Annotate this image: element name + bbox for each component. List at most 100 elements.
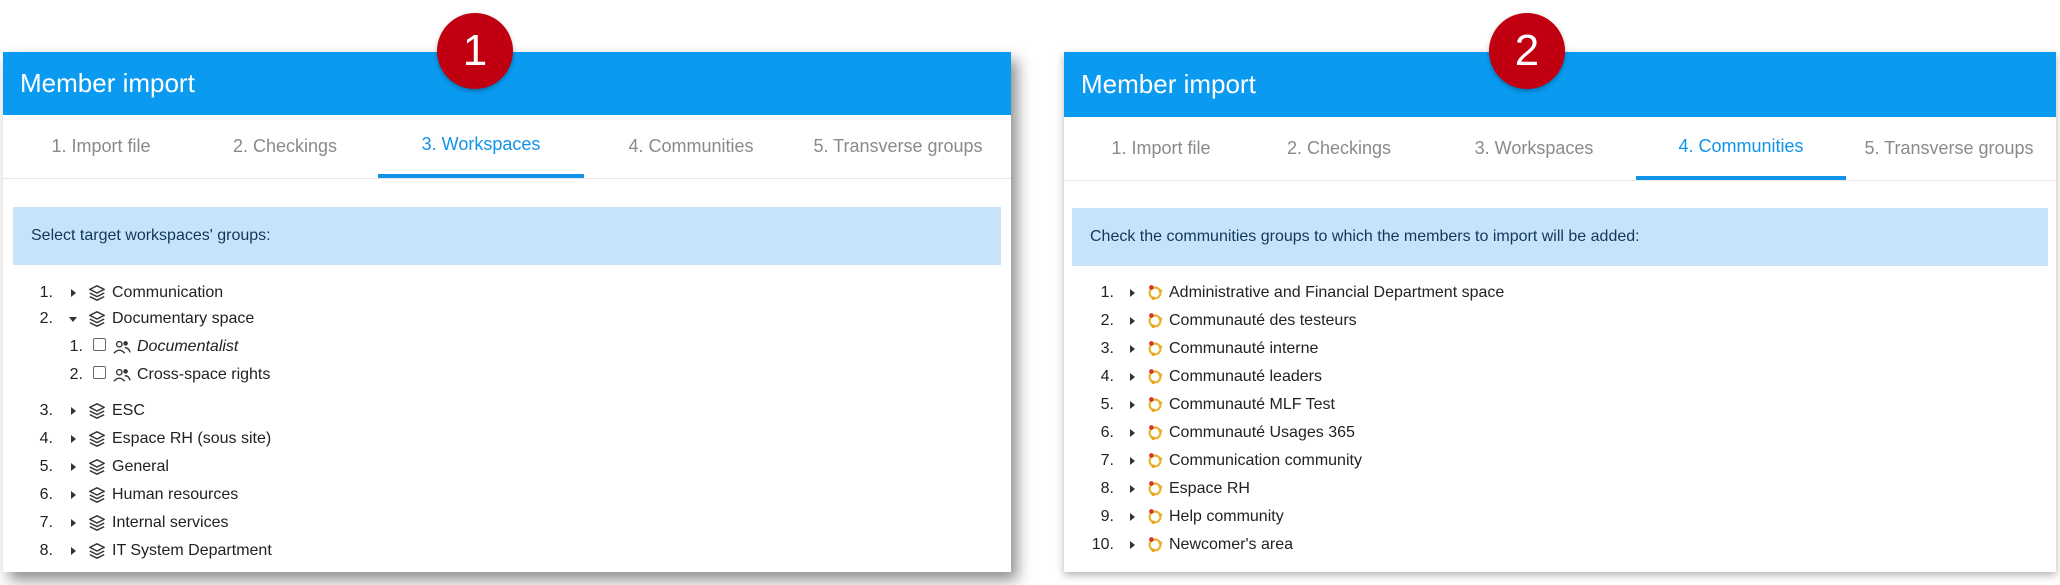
community-ring-icon xyxy=(1148,397,1163,413)
layers-icon xyxy=(89,543,105,559)
tree-subitem-cross-space-rights[interactable]: 2. Cross-space rights xyxy=(3,364,403,386)
item-number: 7. xyxy=(1100,452,1114,469)
panel-title: Member import xyxy=(1081,69,1256,99)
tree-item-label: Communication community xyxy=(1169,452,1362,469)
tab-import-file[interactable]: 1. Import file xyxy=(1064,117,1258,180)
tree-item-label: Espace RH xyxy=(1169,480,1250,497)
caret-right-icon[interactable] xyxy=(1130,485,1135,493)
layers-icon xyxy=(89,403,105,419)
tree-item-community[interactable]: 8. Espace RH xyxy=(1064,478,1564,500)
tree-item-community[interactable]: 10. Newcomer's area xyxy=(1064,534,1564,556)
caret-right-icon[interactable] xyxy=(1130,345,1135,353)
community-ring-icon xyxy=(1148,537,1163,553)
caret-right-icon[interactable] xyxy=(1130,373,1135,381)
wizard-tabs: 1. Import file 2. Checkings 3. Workspace… xyxy=(3,115,1011,179)
item-number: 3. xyxy=(1100,340,1114,357)
tab-workspaces[interactable]: 3. Workspaces xyxy=(378,115,584,178)
layers-icon xyxy=(89,487,105,503)
item-number: 6. xyxy=(39,486,53,503)
tree-item-label: Human resources xyxy=(112,486,239,503)
caret-right-icon[interactable] xyxy=(1130,513,1135,521)
tab-import-file[interactable]: 1. Import file xyxy=(3,115,199,178)
tree-item-communication[interactable]: 1. Communication xyxy=(3,282,403,304)
community-ring-icon xyxy=(1148,509,1163,525)
caret-right-icon[interactable] xyxy=(71,491,76,499)
tab-transverse-groups[interactable]: 5. Transverse groups xyxy=(793,115,1003,178)
community-ring-icon xyxy=(1148,341,1163,357)
layers-icon xyxy=(89,311,105,327)
tree-item-documentary-space[interactable]: 2. Documentary space xyxy=(3,308,403,330)
tree-item-esc[interactable]: 3. ESC xyxy=(3,400,403,422)
instruction-text: Check the communities groups to which th… xyxy=(1090,228,1640,245)
tree-subitem-documentalist[interactable]: 1. Documentalist xyxy=(3,336,403,358)
tree-item-community[interactable]: 7. Communication community xyxy=(1064,450,1564,472)
item-number: 2. xyxy=(69,366,83,383)
community-ring-icon xyxy=(1148,369,1163,385)
item-number: 1. xyxy=(1100,284,1114,301)
caret-right-icon[interactable] xyxy=(71,547,76,555)
group-checkbox[interactable] xyxy=(93,338,106,351)
layers-icon xyxy=(89,515,105,531)
tree-item-community[interactable]: 3. Communauté interne xyxy=(1064,338,1564,360)
tree-item-label: Communauté interne xyxy=(1169,340,1319,357)
community-ring-icon xyxy=(1148,453,1163,469)
panel-title: Member import xyxy=(20,68,195,98)
layers-icon xyxy=(89,285,105,301)
step-badge-2: 2 xyxy=(1489,13,1565,89)
item-number: 3. xyxy=(39,402,53,419)
item-number: 8. xyxy=(39,542,53,559)
tree-item-community[interactable]: 1. Administrative and Financial Departme… xyxy=(1064,282,1564,304)
tree-item-espace-rh[interactable]: 4. Espace RH (sous site) xyxy=(3,428,403,450)
user-group-icon xyxy=(113,340,131,354)
caret-right-icon[interactable] xyxy=(1130,541,1135,549)
tree-item-label: ESC xyxy=(112,402,145,419)
tab-workspaces[interactable]: 3. Workspaces xyxy=(1434,117,1634,180)
caret-right-icon[interactable] xyxy=(1130,401,1135,409)
layers-icon xyxy=(89,459,105,475)
item-number: 2. xyxy=(39,310,53,327)
caret-right-icon[interactable] xyxy=(71,435,76,443)
tab-transverse-groups[interactable]: 5. Transverse groups xyxy=(1844,117,2054,180)
item-number: 7. xyxy=(39,514,53,531)
item-number: 9. xyxy=(1100,508,1114,525)
step-badge-1: 1 xyxy=(437,13,513,89)
user-group-icon xyxy=(113,368,131,382)
member-import-panel-workspaces: Member import 1. Import file 2. Checking… xyxy=(3,52,1011,572)
caret-right-icon[interactable] xyxy=(71,519,76,527)
caret-right-icon[interactable] xyxy=(71,289,76,297)
tree-item-it-system-department[interactable]: 8. IT System Department xyxy=(3,540,403,562)
item-number: 6. xyxy=(1100,424,1114,441)
tree-item-label: Newcomer's area xyxy=(1169,536,1293,553)
tree-item-community[interactable]: 4. Communauté leaders xyxy=(1064,366,1564,388)
tree-item-community[interactable]: 5. Communauté MLF Test xyxy=(1064,394,1564,416)
tree-item-community[interactable]: 2. Communauté des testeurs xyxy=(1064,310,1564,332)
tree-item-label: Help community xyxy=(1169,508,1284,525)
tab-checkings[interactable]: 2. Checkings xyxy=(1244,117,1434,180)
group-checkbox[interactable] xyxy=(93,366,106,379)
caret-right-icon[interactable] xyxy=(71,407,76,415)
caret-right-icon[interactable] xyxy=(71,463,76,471)
item-number: 1. xyxy=(39,284,53,301)
tab-communities[interactable]: 4. Communities xyxy=(588,115,794,178)
tab-communities[interactable]: 4. Communities xyxy=(1636,117,1846,180)
tree-item-general[interactable]: 5. General xyxy=(3,456,403,478)
tree-item-label: Communauté MLF Test xyxy=(1169,396,1335,413)
caret-right-icon[interactable] xyxy=(1130,429,1135,437)
tree-item-internal-services[interactable]: 7. Internal services xyxy=(3,512,403,534)
tree-item-human-resources[interactable]: 6. Human resources xyxy=(3,484,403,506)
tree-item-label: Communication xyxy=(112,284,224,301)
tab-checkings[interactable]: 2. Checkings xyxy=(189,115,381,178)
caret-right-icon[interactable] xyxy=(1130,457,1135,465)
instruction-banner: Check the communities groups to which th… xyxy=(1072,208,2048,266)
caret-down-icon[interactable] xyxy=(69,317,77,322)
item-number: 2. xyxy=(1100,312,1114,329)
caret-right-icon[interactable] xyxy=(1130,289,1135,297)
item-number: 5. xyxy=(39,458,53,475)
tree-item-label: Cross-space rights xyxy=(137,366,271,383)
item-number: 4. xyxy=(39,430,53,447)
community-ring-icon xyxy=(1148,425,1163,441)
tree-item-community[interactable]: 6. Communauté Usages 365 xyxy=(1064,422,1564,444)
caret-right-icon[interactable] xyxy=(1130,317,1135,325)
item-number: 4. xyxy=(1100,368,1114,385)
tree-item-community[interactable]: 9. Help community xyxy=(1064,506,1564,528)
